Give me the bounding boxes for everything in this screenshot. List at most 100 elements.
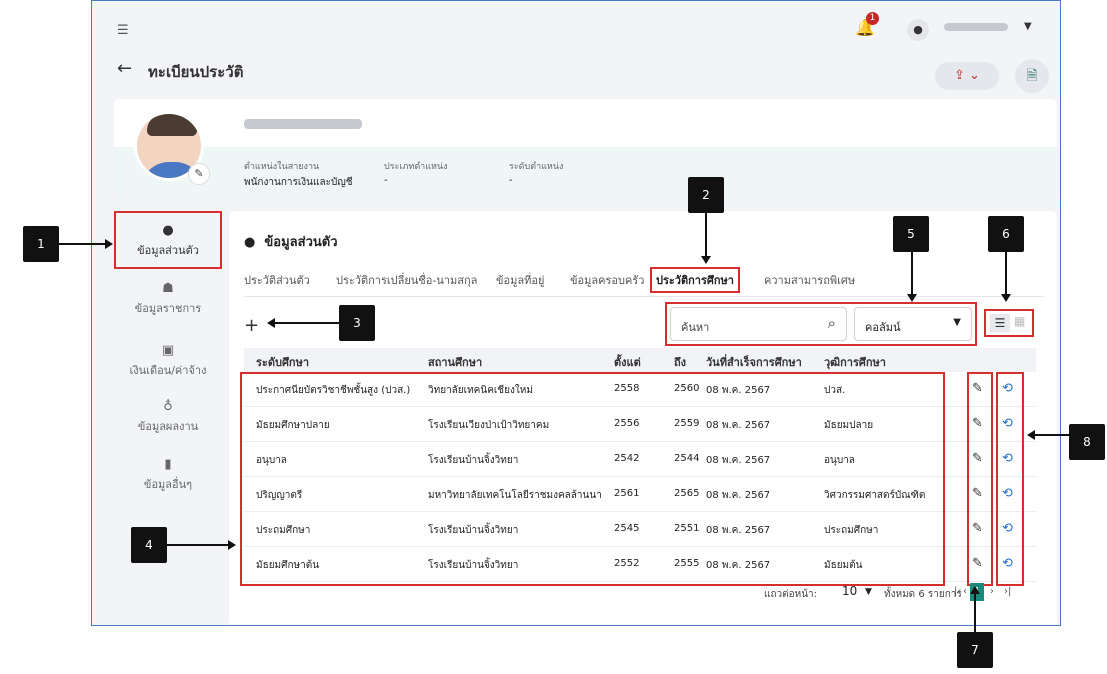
last-page-icon[interactable]: ›| xyxy=(1004,586,1011,597)
arrow-head xyxy=(228,540,236,550)
document-icon[interactable]: 🗎 xyxy=(1015,59,1049,93)
callout-5: 5 xyxy=(893,216,929,252)
sidebar: ● ข้อมูลส่วนตัว ☗ ข้อมูลราชการ ▣ เงินเดื… xyxy=(114,211,222,511)
rows-per-page-select[interactable]: 10 xyxy=(842,584,857,598)
tab-name-change[interactable]: ประวัติการเปลี่ยนชื่อ-นามสกุล xyxy=(336,271,477,289)
back-arrow-icon[interactable]: ← xyxy=(117,58,132,79)
arrow-head xyxy=(1001,294,1011,302)
level-label: ระดับตำแหน่ง xyxy=(509,162,564,172)
list-view-icon[interactable]: ☰ xyxy=(990,314,1010,332)
type-label: ประเภทตำแหน่ง xyxy=(384,162,448,172)
column-header: วันที่สำเร็จการศึกษา xyxy=(706,356,802,369)
person-icon: ● xyxy=(244,235,256,250)
callout-arrow xyxy=(1005,252,1007,296)
column-header: ถึง xyxy=(674,356,687,369)
edit-column-highlight xyxy=(967,372,993,586)
arrow-head xyxy=(701,256,711,264)
table-header: ระดับศึกษา สถานศึกษา ตั้งแต่ ถึง วันที่ส… xyxy=(244,348,1036,372)
medal-icon: ♁ xyxy=(163,399,173,414)
sidebar-item-salary[interactable]: ▣ เงินเดือน/ค่าจ้าง xyxy=(114,343,222,401)
search-icon: ⌕ xyxy=(827,314,836,332)
callout-arrow xyxy=(705,213,707,258)
profile-details-strip xyxy=(114,147,1057,199)
sidebar-item-label: ข้อมูลส่วนตัว xyxy=(137,244,199,257)
callout-arrow xyxy=(911,252,913,296)
callout-4: 4 xyxy=(131,527,167,563)
first-page-icon[interactable]: |‹ xyxy=(954,586,961,597)
callout-arrow xyxy=(1035,434,1069,436)
column-header: สถานศึกษา xyxy=(428,356,483,369)
chevron-down-icon: ▼ xyxy=(953,317,961,328)
callout-8: 8 xyxy=(1069,424,1105,460)
callout-arrow xyxy=(167,544,229,546)
column-header: ตั้งแต่ xyxy=(614,356,641,369)
arrow-head xyxy=(1027,430,1035,440)
arrow-head xyxy=(970,586,980,594)
total-records: ทั้งหมด 6 รายการ xyxy=(884,589,962,600)
section-title-text: ข้อมูลส่วนตัว xyxy=(264,235,338,250)
next-page-icon[interactable]: › xyxy=(990,586,994,597)
callout-arrow xyxy=(974,594,976,632)
table-rows-highlight xyxy=(240,372,945,586)
person-icon: ● xyxy=(162,223,174,238)
notification-badge: 1 xyxy=(866,12,879,25)
arrow-head xyxy=(907,294,917,302)
sidebar-item-personal[interactable]: ● ข้อมูลส่วนตัว xyxy=(114,211,222,269)
callout-6: 6 xyxy=(988,216,1024,252)
callout-7: 7 xyxy=(957,632,993,668)
sidebar-item-label: เงินเดือน/ค่าจ้าง xyxy=(129,364,207,377)
view-toggle: ☰ ▦ xyxy=(984,309,1034,337)
callout-arrow xyxy=(275,322,339,324)
grid-view-icon[interactable]: ▦ xyxy=(1014,314,1025,328)
tab-education[interactable]: ประวัติการศึกษา xyxy=(650,267,740,293)
money-icon: ▣ xyxy=(161,343,175,358)
arrow-head xyxy=(267,318,275,328)
person-icon[interactable]: ● xyxy=(907,19,929,41)
tab-family[interactable]: ข้อมูลครอบครัว xyxy=(570,271,644,289)
sidebar-item-government[interactable]: ☗ ข้อมูลราชการ xyxy=(114,281,222,339)
callout-arrow xyxy=(59,243,107,245)
column-header: ระดับศึกษา xyxy=(256,356,310,369)
profile-card: ✎ ตำแหน่งในสายงาน พนักงานการเงินและบัญชี… xyxy=(114,99,1057,199)
tab-personal-history[interactable]: ประวัติส่วนตัว xyxy=(244,271,310,289)
section-title: ● ข้อมูลส่วนตัว xyxy=(244,231,338,252)
page-title: ทะเบียนประวัติ xyxy=(148,63,244,81)
callout-2: 2 xyxy=(688,177,724,213)
history-column-highlight xyxy=(996,372,1024,586)
user-name-redacted[interactable] xyxy=(944,23,1008,31)
pencil-icon[interactable]: ✎ xyxy=(188,163,210,185)
tab-bar: ประวัติส่วนตัว ประวัติการเปลี่ยนชื่อ-นาม… xyxy=(244,267,1044,297)
arrow-head xyxy=(105,239,113,249)
sidebar-item-other[interactable]: ▮ ข้อมูลอื่นๆ xyxy=(114,457,222,515)
menu-collapse-icon[interactable]: ☰ xyxy=(117,23,129,38)
add-button[interactable]: + xyxy=(244,315,259,336)
position-value: พนักงานการเงินและบัญชี xyxy=(244,177,353,188)
sidebar-item-label: ข้อมูลอื่นๆ xyxy=(143,478,193,491)
avatar-hair xyxy=(147,114,197,136)
type-value: - xyxy=(384,175,388,186)
column-select[interactable]: คอลัมน์ ▼ xyxy=(854,307,972,341)
sidebar-item-label: ข้อมูลผลงาน xyxy=(137,420,199,433)
chevron-down-icon[interactable]: ▼ xyxy=(1024,21,1032,32)
column-select-value: คอลัมน์ xyxy=(865,321,901,334)
chevron-down-icon[interactable]: ▼ xyxy=(865,587,872,597)
top-bar: ☰ 🔔 1 ● ▼ xyxy=(92,1,1060,56)
sidebar-item-label: ข้อมูลราชการ xyxy=(134,302,202,315)
content-card: ● ข้อมูลส่วนตัว ประวัติส่วนตัว ประวัติกา… xyxy=(229,211,1057,625)
level-value: - xyxy=(509,175,513,186)
sidebar-item-performance[interactable]: ♁ ข้อมูลผลงาน xyxy=(114,399,222,457)
bookmark-icon: ▮ xyxy=(164,457,172,472)
tab-special-skills[interactable]: ความสามารถพิเศษ xyxy=(764,271,855,289)
callout-3: 3 xyxy=(339,305,375,341)
prev-page-icon[interactable]: ‹ xyxy=(963,586,967,597)
people-icon: ☗ xyxy=(162,281,174,296)
rows-per-page-label: แถวต่อหน้า: xyxy=(764,589,818,600)
app-window: ☰ 🔔 1 ● ▼ ← ทะเบียนประวัติ ⇪ ⌄ 🗎 ✎ ตำแหน… xyxy=(91,0,1061,626)
export-button[interactable]: ⇪ ⌄ xyxy=(935,62,999,90)
column-header: วุฒิการศึกษา xyxy=(824,356,886,369)
search-input[interactable]: ค้นหา ⌕ xyxy=(670,307,847,341)
tab-address[interactable]: ข้อมูลที่อยู่ xyxy=(496,271,544,289)
employee-name-redacted xyxy=(244,119,362,129)
position-label: ตำแหน่งในสายงาน xyxy=(244,162,320,172)
callout-1: 1 xyxy=(23,226,59,262)
